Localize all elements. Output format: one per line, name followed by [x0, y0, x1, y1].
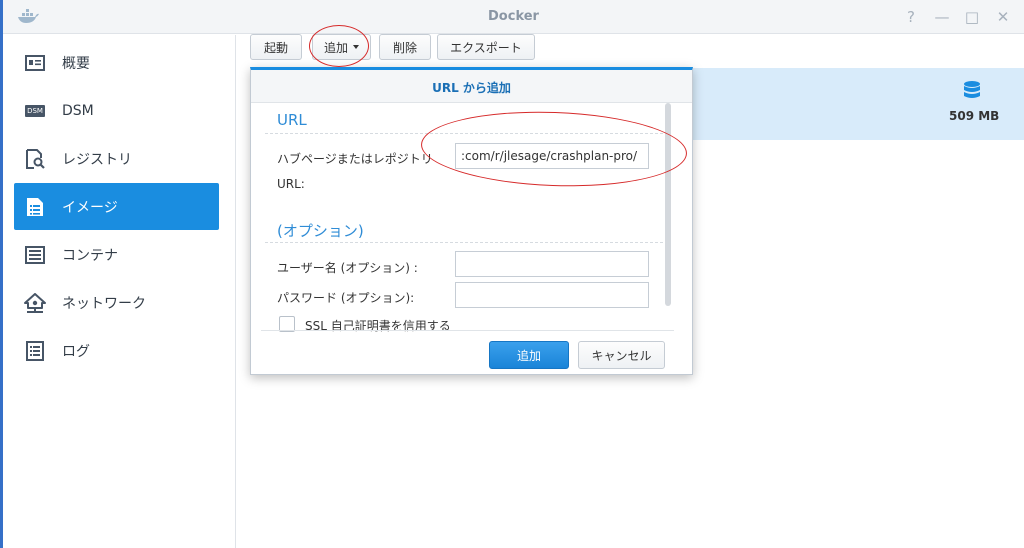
docker-window: Docker ? — □ ✕ 概要 DSM DSM レジストリ イメージ コンテ… — [0, 0, 1024, 548]
password-label: パスワード (オプション): — [277, 291, 415, 305]
sidebar-item-label: レジストリ — [62, 151, 132, 168]
dialog-title: URL から追加 — [432, 81, 511, 95]
minimize-icon[interactable]: — — [931, 6, 953, 28]
sidebar-item-image[interactable]: イメージ — [14, 183, 219, 230]
password-input[interactable] — [455, 282, 649, 308]
divider — [265, 242, 663, 243]
cancel-button[interactable]: キャンセル — [578, 341, 665, 369]
sidebar-item-log[interactable]: ログ — [14, 327, 219, 374]
sidebar-item-label: DSM — [62, 102, 94, 119]
repo-url-label-suffix: URL: — [277, 177, 305, 191]
dialog-scrollbar[interactable] — [665, 103, 671, 306]
divider — [265, 133, 663, 134]
sidebar-item-label: コンテナ — [62, 247, 118, 264]
repo-url-label: ハブページまたはレポジトリ — [277, 152, 433, 166]
sidebar-item-network[interactable]: ネットワーク — [14, 279, 219, 326]
sidebar-item-container[interactable]: コンテナ — [14, 231, 219, 278]
sidebar-item-label: ログ — [62, 343, 90, 360]
launch-button[interactable]: 起動 — [250, 34, 302, 60]
help-icon[interactable]: ? — [900, 6, 922, 28]
log-icon — [24, 340, 46, 362]
sidebar-item-label: 概要 — [62, 55, 90, 72]
dialog-header: URL から追加 — [251, 70, 692, 103]
sidebar: 概要 DSM DSM レジストリ イメージ コンテナ ネットワーク ログ — [3, 35, 236, 548]
window-title: Docker — [488, 9, 539, 24]
sidebar-item-label: ネットワーク — [62, 295, 146, 312]
url-section-title: URL — [277, 111, 307, 129]
registry-icon — [24, 148, 46, 170]
export-button[interactable]: エクスポート — [437, 34, 535, 60]
add-from-url-dialog: URL から追加 URL ハブページまたはレポジトリ URL: (オプション) … — [250, 67, 693, 375]
maximize-icon[interactable]: □ — [961, 6, 983, 28]
options-section-title: (オプション) — [277, 222, 364, 240]
add-button[interactable]: 追加 — [312, 34, 371, 60]
dsm-icon: DSM — [25, 104, 45, 117]
add-confirm-button[interactable]: 追加 — [489, 341, 569, 369]
ssl-trust-label: SSL 自己証明書を信用する — [305, 319, 451, 333]
sidebar-item-registry[interactable]: レジストリ — [14, 135, 219, 182]
add-button-label: 追加 — [323, 40, 348, 55]
username-label: ユーザー名 (オプション) : — [277, 261, 418, 275]
title-bar: Docker ? — □ ✕ — [3, 0, 1024, 34]
image-size: 509 MB — [949, 109, 1000, 123]
sidebar-item-label: イメージ — [62, 199, 118, 216]
username-input[interactable] — [455, 251, 649, 277]
divider — [261, 330, 674, 331]
container-icon — [24, 244, 46, 266]
close-icon[interactable]: ✕ — [992, 6, 1014, 28]
image-row-selected[interactable] — [693, 68, 1024, 140]
overview-icon — [24, 52, 46, 74]
image-icon — [24, 196, 46, 218]
sidebar-item-dsm[interactable]: DSM DSM — [14, 87, 219, 134]
network-icon — [24, 292, 46, 314]
repo-url-input[interactable] — [455, 143, 649, 169]
caret-down-icon — [353, 45, 359, 49]
database-icon — [964, 81, 980, 98]
delete-button[interactable]: 削除 — [379, 34, 431, 60]
sidebar-item-overview[interactable]: 概要 — [14, 39, 219, 86]
